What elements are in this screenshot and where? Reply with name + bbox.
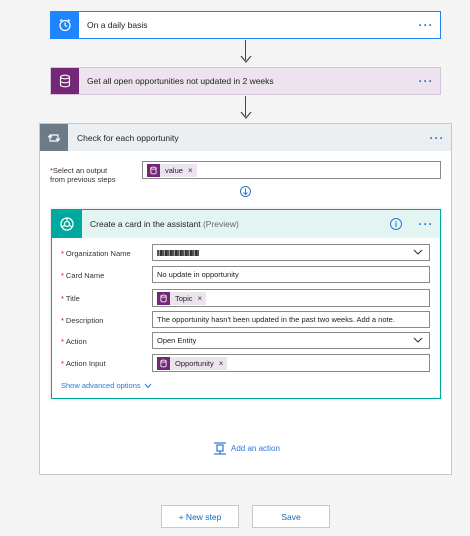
token-label: value bbox=[165, 165, 183, 175]
more-dots-icon[interactable]: ··· bbox=[412, 75, 440, 87]
info-icon[interactable]: i bbox=[390, 218, 402, 230]
action-dropdown[interactable]: Open Entity bbox=[152, 332, 430, 349]
add-action-label: Add an action bbox=[231, 443, 280, 453]
query-step[interactable]: Get all open opportunities not updated i… bbox=[50, 67, 441, 95]
action-input-label: * Action Input bbox=[61, 359, 106, 368]
trigger-step[interactable]: On a daily basis ··· bbox=[50, 11, 441, 39]
loop-step-header[interactable]: Check for each opportunity ··· bbox=[40, 124, 451, 151]
save-label: Save bbox=[281, 511, 301, 522]
remove-token-icon[interactable]: × bbox=[219, 359, 224, 368]
connector-arrow bbox=[240, 96, 252, 122]
token-label: Topic bbox=[175, 293, 193, 303]
title-label: * Title bbox=[61, 294, 80, 303]
org-name-value bbox=[157, 249, 199, 256]
insert-step-icon[interactable] bbox=[240, 186, 251, 197]
card-name-label: * Card Name bbox=[61, 271, 105, 280]
action-input-field[interactable]: Opportunity × bbox=[152, 354, 430, 372]
token-label: Opportunity bbox=[175, 358, 214, 368]
loop-icon bbox=[40, 124, 68, 151]
description-value: The opportunity hasn't been updated in t… bbox=[157, 315, 395, 324]
advanced-label: Show advanced options bbox=[61, 381, 141, 390]
topic-token[interactable]: Topic × bbox=[157, 291, 207, 305]
save-button[interactable]: Save bbox=[252, 505, 330, 528]
preview-tag: (Preview) bbox=[202, 219, 239, 229]
remove-token-icon[interactable]: × bbox=[188, 166, 193, 175]
action-header[interactable]: Create a card in the assistant (Preview)… bbox=[52, 210, 440, 238]
new-step-label: + New step bbox=[178, 511, 222, 522]
database-icon bbox=[157, 356, 170, 370]
loop-step-title: Check for each opportunity bbox=[77, 132, 179, 143]
more-dots-icon[interactable]: ··· bbox=[412, 218, 440, 230]
chevron-down-icon bbox=[413, 249, 423, 255]
chevron-down-icon bbox=[144, 383, 152, 388]
value-token[interactable]: value × bbox=[147, 163, 197, 177]
action-label: * Action bbox=[61, 337, 87, 346]
query-step-title: Get all open opportunities not updated i… bbox=[87, 76, 274, 86]
new-step-button[interactable]: + New step bbox=[161, 505, 239, 528]
more-dots-icon[interactable]: ··· bbox=[423, 132, 451, 144]
remove-token-icon[interactable]: × bbox=[198, 294, 203, 303]
description-label: * Description bbox=[61, 316, 104, 325]
show-advanced-link[interactable]: Show advanced options bbox=[61, 381, 152, 390]
title-input[interactable]: Topic × bbox=[152, 289, 430, 307]
select-output-label: *Select an output from previous steps bbox=[50, 166, 116, 184]
trigger-step-title: On a daily basis bbox=[87, 20, 148, 30]
select-output-input[interactable]: value × bbox=[142, 161, 441, 179]
connector-arrow bbox=[240, 40, 252, 66]
database-icon bbox=[147, 163, 160, 177]
add-action-button[interactable]: Add an action bbox=[213, 441, 280, 455]
loop-step: Check for each opportunity ··· *Select a… bbox=[39, 123, 452, 475]
org-name-label: * Organization Name bbox=[61, 249, 131, 258]
card-name-input[interactable]: No update in opportunity bbox=[152, 266, 430, 283]
assistant-icon bbox=[52, 210, 82, 238]
more-dots-icon[interactable]: ··· bbox=[412, 19, 440, 31]
add-action-icon bbox=[214, 442, 226, 455]
org-name-dropdown[interactable] bbox=[152, 244, 430, 261]
database-icon bbox=[51, 68, 79, 94]
description-input[interactable]: The opportunity hasn't been updated in t… bbox=[152, 311, 430, 328]
database-icon bbox=[157, 291, 170, 305]
opportunity-token[interactable]: Opportunity × bbox=[157, 356, 228, 370]
chevron-down-icon bbox=[413, 337, 423, 343]
create-card-action: Create a card in the assistant (Preview)… bbox=[51, 209, 441, 399]
action-title: Create a card in the assistant bbox=[90, 219, 201, 229]
alarm-clock-icon bbox=[51, 12, 79, 38]
action-value: Open Entity bbox=[157, 336, 197, 345]
card-name-value: No update in opportunity bbox=[157, 270, 239, 279]
